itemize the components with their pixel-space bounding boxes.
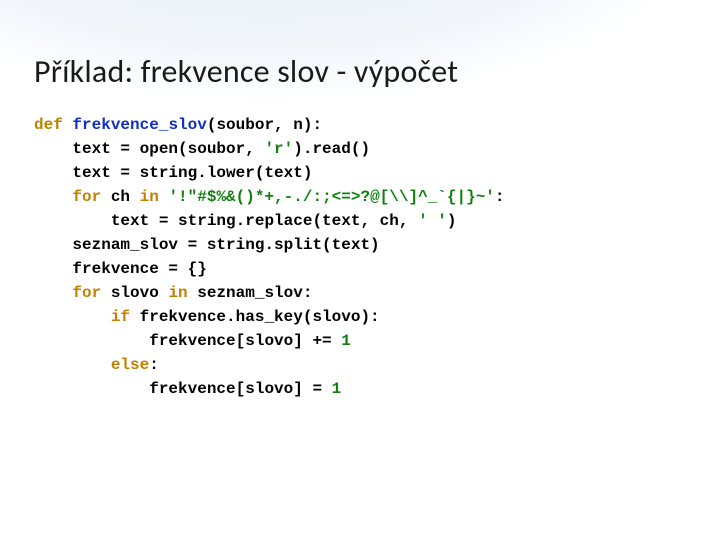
- line6: seznam_slov = string.split(text): [34, 236, 380, 254]
- line5b: ): [447, 212, 457, 230]
- line11b: :: [149, 356, 159, 374]
- kw-if: if: [111, 308, 130, 326]
- num-1a: 1: [341, 332, 351, 350]
- code-block: def frekvence_slov(soubor, n): text = op…: [34, 109, 686, 421]
- num-1b: 1: [332, 380, 342, 398]
- line4a: [34, 188, 72, 206]
- kw-for2: for: [72, 284, 101, 302]
- kw-else: else: [111, 356, 149, 374]
- line2a: text = open(soubor,: [34, 140, 264, 158]
- kw-in2: in: [168, 284, 187, 302]
- sig: (soubor, n):: [207, 116, 322, 134]
- line12a: frekvence[slovo] =: [34, 380, 332, 398]
- line11a: [34, 356, 111, 374]
- line2b: ).read(): [293, 140, 370, 158]
- slide-title: Příklad: frekvence slov - výpočet: [34, 52, 686, 91]
- line3: text = string.lower(text): [34, 164, 312, 182]
- line4c: [159, 188, 169, 206]
- line4b: ch: [101, 188, 139, 206]
- slide-content: Příklad: frekvence slov - výpočet def fr…: [0, 0, 720, 421]
- line4-str: '!"#$%&()*+,-./:;<=>?@[\\]^_`{|}~': [168, 188, 494, 206]
- line8c: seznam_slov:: [188, 284, 313, 302]
- kw-for1: for: [72, 188, 101, 206]
- line4d: :: [495, 188, 505, 206]
- line8a: [34, 284, 72, 302]
- fn-name: frekvence_slov: [72, 116, 206, 134]
- line5-str: ' ': [418, 212, 447, 230]
- line8b: slovo: [101, 284, 168, 302]
- line2-str: 'r': [264, 140, 293, 158]
- line10a: frekvence[slovo] +=: [34, 332, 341, 350]
- kw-in1: in: [140, 188, 159, 206]
- line5a: text = string.replace(text, ch,: [34, 212, 418, 230]
- line7: frekvence = {}: [34, 260, 207, 278]
- kw-def: def: [34, 116, 63, 134]
- line9b: frekvence.has_key(slovo):: [130, 308, 380, 326]
- line9a: [34, 308, 111, 326]
